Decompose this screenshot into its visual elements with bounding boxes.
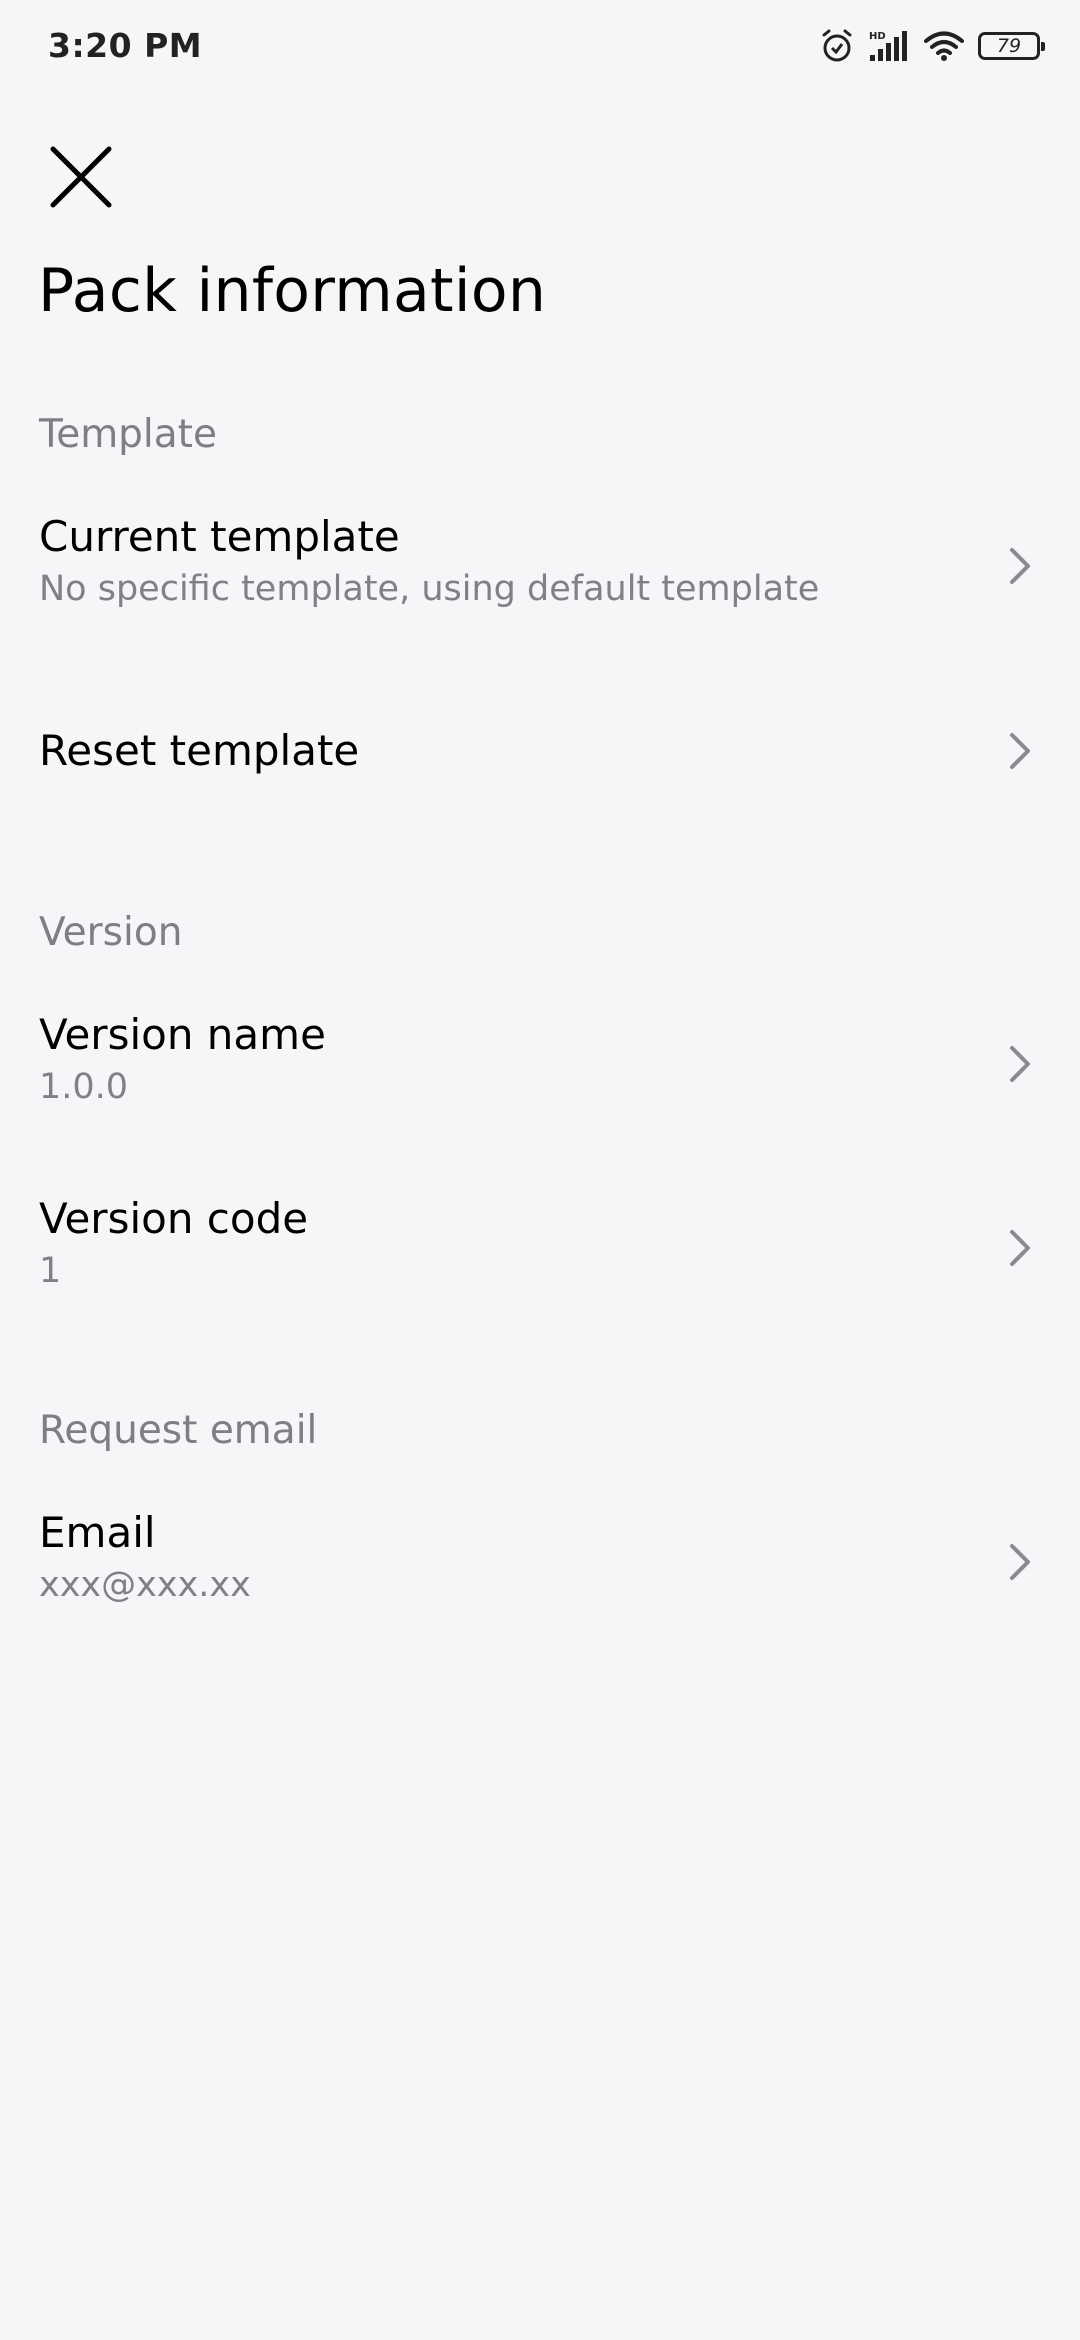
svg-text:HD: HD [869, 31, 886, 42]
reset-template-row[interactable]: Reset template [0, 724, 1080, 794]
current-template-title: Current template [39, 512, 400, 561]
email-row[interactable]: Email xxx@xxx.xx [0, 1506, 1080, 1636]
reset-template-title: Reset template [39, 726, 360, 775]
email-value: xxx@xxx.xx [39, 1565, 251, 1605]
version-code-row[interactable]: Version code 1 [0, 1192, 1080, 1322]
chevron-right-icon [1010, 548, 1030, 584]
chevron-right-icon [1010, 1046, 1030, 1082]
alarm-icon [820, 29, 854, 63]
version-name-value: 1.0.0 [39, 1067, 129, 1107]
section-header-template: Template [39, 412, 217, 457]
version-code-value: 1 [39, 1251, 62, 1291]
version-name-title: Version name [39, 1010, 326, 1059]
current-template-row[interactable]: Current template No specific template, u… [0, 510, 1080, 640]
page-title: Pack information [38, 256, 547, 326]
close-button[interactable] [36, 132, 126, 222]
status-time: 3:20 PM [48, 26, 203, 65]
wifi-icon [924, 30, 964, 62]
chevron-right-icon [1010, 1230, 1030, 1266]
battery-level: 79 [996, 35, 1022, 57]
version-name-row[interactable]: Version name 1.0.0 [0, 1008, 1080, 1138]
current-template-subtitle: No specific template, using default temp… [39, 569, 820, 609]
hd-signal-icon: HD [868, 29, 910, 63]
chevron-right-icon [1010, 733, 1030, 769]
status-icons: HD 79 [820, 26, 1045, 66]
email-title: Email [39, 1508, 156, 1557]
section-header-version: Version [39, 910, 183, 955]
battery-icon: 79 [978, 32, 1045, 60]
section-header-request-email: Request email [39, 1408, 318, 1453]
chevron-right-icon [1010, 1544, 1030, 1580]
close-icon [50, 146, 112, 208]
version-code-title: Version code [39, 1194, 309, 1243]
status-bar: 3:20 PM HD 79 [0, 0, 1080, 92]
